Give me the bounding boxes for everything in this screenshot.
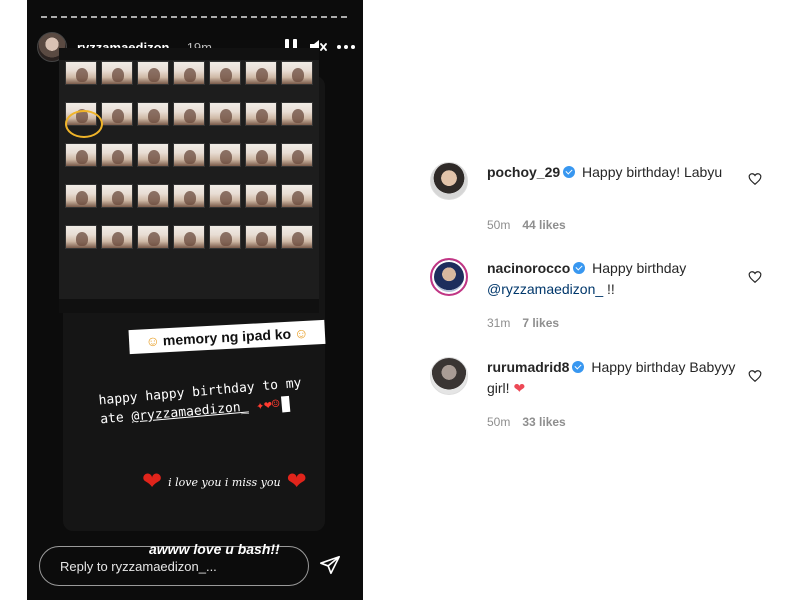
verified-icon xyxy=(572,361,585,373)
comment-text: Happy birthday! Labyu xyxy=(582,164,723,180)
photo-thumbnail[interactable] xyxy=(209,184,241,208)
photo-thumbnail[interactable] xyxy=(245,225,277,249)
comment-likes[interactable]: 44 likes xyxy=(522,218,565,232)
grid-row-gap xyxy=(65,171,313,180)
like-heart-icon[interactable] xyxy=(748,369,762,383)
story-viewer[interactable]: ryzzamaedizon_ 19m iambaebybaste xyxy=(27,0,363,600)
photo-thumbnail[interactable] xyxy=(245,102,277,126)
more-options-icon[interactable] xyxy=(337,45,355,49)
ipad-photos-screenshot xyxy=(59,48,319,313)
photo-thumbnail[interactable] xyxy=(137,225,169,249)
photo-thumbnail[interactable] xyxy=(65,61,97,85)
photo-thumbnail[interactable] xyxy=(209,143,241,167)
comment-mention[interactable]: @ryzzamaedizon_ xyxy=(487,281,603,297)
grid-row-gap xyxy=(65,212,313,221)
avatar[interactable] xyxy=(430,357,468,395)
memory-sticker-text: memory ng ipad ko xyxy=(162,325,292,349)
story-progress-bar xyxy=(41,16,347,19)
photo-thumbnail[interactable] xyxy=(281,61,313,85)
photo-thumbnail[interactable] xyxy=(245,61,277,85)
send-icon[interactable] xyxy=(319,554,341,576)
comment-text: Happy birthday xyxy=(592,260,687,276)
photo-thumbnail[interactable] xyxy=(281,225,313,249)
heart-icon: ❤ xyxy=(142,468,163,495)
text-cursor xyxy=(280,395,291,412)
heart-icon: ❤ xyxy=(286,468,307,495)
comment-meta: 31m 7 likes xyxy=(487,316,559,330)
photo-thumbnail[interactable] xyxy=(245,143,277,167)
photo-thumbnail[interactable] xyxy=(137,61,169,85)
photo-thumbnail[interactable] xyxy=(101,225,133,249)
comment-meta: 50m 44 likes xyxy=(487,218,566,232)
photo-thumbnail[interactable] xyxy=(209,102,241,126)
comment-time: 50m xyxy=(487,218,511,232)
comment-username[interactable]: nacinorocco xyxy=(487,260,570,276)
comment-meta: 50m 33 likes xyxy=(487,415,566,429)
smiling-hearts-emoji: ☺ xyxy=(145,332,161,350)
photo-thumbnail[interactable] xyxy=(281,184,313,208)
photo-thumbnail[interactable] xyxy=(101,61,133,85)
photo-thumbnail[interactable] xyxy=(137,102,169,126)
page: ryzzamaedizon_ 19m iambaebybaste xyxy=(0,0,800,600)
photo-thumbnail[interactable] xyxy=(101,184,133,208)
love-text: i love you i miss you xyxy=(168,475,281,489)
like-heart-icon[interactable] xyxy=(748,270,762,284)
photo-thumbnail[interactable] xyxy=(173,143,205,167)
photo-thumbnail[interactable] xyxy=(101,102,133,126)
photo-thumbnail[interactable] xyxy=(173,102,205,126)
comment-likes[interactable]: 7 likes xyxy=(522,316,559,330)
ipad-status-bar xyxy=(59,48,319,60)
ipad-tab-bar xyxy=(59,299,319,313)
smiling-hearts-emoji: ☺ xyxy=(293,324,309,342)
photo-thumbnail[interactable] xyxy=(137,143,169,167)
highlight-circle xyxy=(65,110,103,138)
photo-thumbnail[interactable] xyxy=(173,61,205,85)
photo-thumbnail[interactable] xyxy=(101,143,133,167)
party-heart-emojis: ✦❤☺ xyxy=(255,396,281,414)
grid-row-gap xyxy=(65,89,313,98)
reply-overlay-text: awww love u bash!! xyxy=(149,541,280,557)
photo-thumbnail[interactable] xyxy=(65,184,97,208)
comment-time: 31m xyxy=(487,316,511,330)
comment-likes[interactable]: 33 likes xyxy=(522,415,565,429)
avatar[interactable] xyxy=(430,258,468,296)
photo-thumbnail[interactable] xyxy=(65,225,97,249)
photo-thumbnail[interactable] xyxy=(245,184,277,208)
comment-username[interactable]: pochoy_29 xyxy=(487,164,560,180)
photo-thumbnail[interactable] xyxy=(209,61,241,85)
photo-thumbnail[interactable] xyxy=(209,225,241,249)
comment-time: 50m xyxy=(487,415,511,429)
verified-icon xyxy=(573,262,586,274)
photo-thumbnail[interactable] xyxy=(281,102,313,126)
verified-icon xyxy=(563,166,576,178)
photo-thumbnail[interactable] xyxy=(173,184,205,208)
grid-row-gap xyxy=(65,130,313,139)
comment-body: pochoy_29 Happy birthday! Labyu xyxy=(487,162,747,183)
photo-thumbnail[interactable] xyxy=(281,143,313,167)
like-heart-icon[interactable] xyxy=(748,172,762,186)
photo-thumbnail[interactable] xyxy=(65,143,97,167)
red-heart-icon: ❤ xyxy=(513,380,526,396)
comment-body: rurumadrid8 Happy birthday Babyyy girl! … xyxy=(487,357,747,399)
comment-body: nacinorocco Happy birthday @ryzzamaedizo… xyxy=(487,258,747,300)
photo-grid xyxy=(65,61,315,249)
photo-thumbnail[interactable] xyxy=(173,225,205,249)
photo-thumbnail[interactable] xyxy=(137,184,169,208)
avatar[interactable] xyxy=(430,162,468,200)
comment-username[interactable]: rurumadrid8 xyxy=(487,359,569,375)
love-line: ❤ i love you i miss you ❤ xyxy=(142,470,307,494)
comment-text-after: !! xyxy=(603,281,615,297)
